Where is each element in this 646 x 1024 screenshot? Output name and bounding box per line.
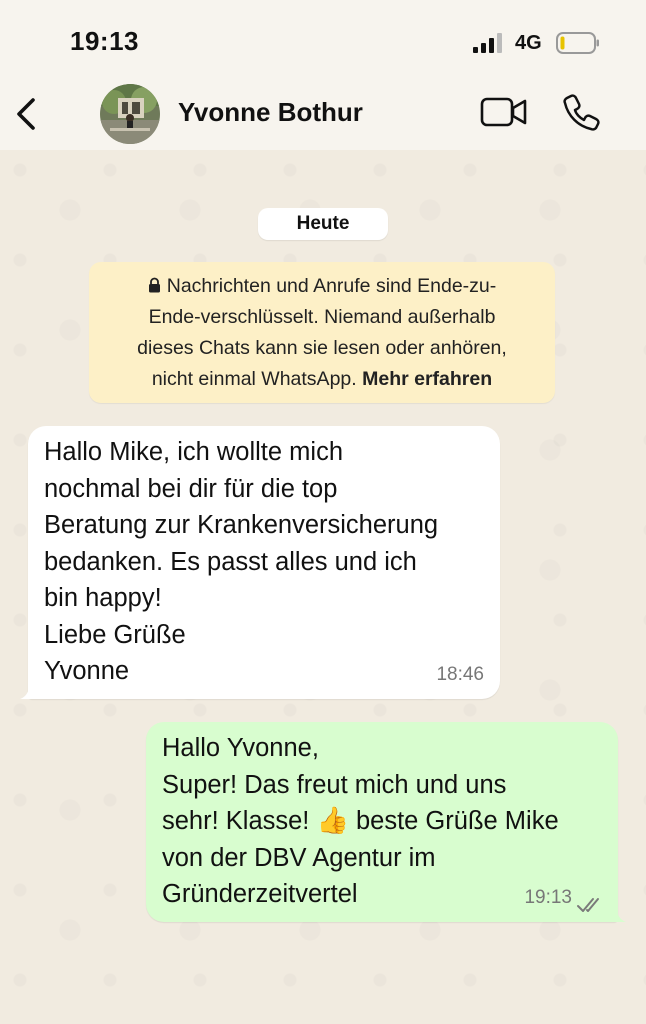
double-check-read-icon [577,898,599,912]
bubble-tail [608,904,626,922]
message-text-line: Hallo Mike, ich wollte mich [44,438,344,466]
lock-icon [148,277,160,293]
battery-low-icon [556,32,599,54]
network-type: 4G [515,32,542,54]
outgoing-message[interactable]: Hallo Yvonne, Super! Das freut mich und … [146,722,626,922]
message-text-line: sehr! Klasse! [162,807,310,835]
avatar-image [100,84,160,144]
date-separator: Heute [258,208,388,240]
status-time: 19:13 [70,26,139,56]
encryption-notice[interactable]: Nachrichten und Anrufe sind Ende-zu- End… [89,262,555,403]
message-text-line: Hallo Yvonne, [162,734,319,762]
message-text-line: bin happy! [44,584,162,612]
chat-area[interactable]: Heute Nachrichten und Anrufe sind Ende-z… [0,150,646,1024]
encryption-notice-line: dieses Chats kann sie lesen oder anhören… [137,337,507,359]
message-timestamp: 19:13 [524,886,572,908]
message-text-line: Super! Das freut mich und uns [162,770,507,799]
cellular-signal-icon [473,33,502,53]
encryption-notice-line: Ende-verschlüsselt. Niemand außerhalb [148,306,496,328]
video-camera-icon[interactable] [480,95,528,129]
incoming-message[interactable]: Hallo Mike, ich wollte mich nochmal bei … [20,426,500,699]
bubble-tail [20,681,38,699]
message-text-line: von der DBV Agentur im [162,843,436,872]
message-text-line: beste Grüße Mike [355,807,559,835]
message-text-line: Yvonne [44,657,130,685]
avatar[interactable] [100,84,160,144]
message-timestamp: 18:46 [436,663,484,685]
message-text-line: Beratung zur Krankenversicherung [44,511,439,539]
phone-icon[interactable] [562,92,602,132]
chevron-left-icon[interactable] [12,94,42,134]
message-text-line: nochmal bei dir für die top [44,474,338,503]
contact-name[interactable]: Yvonne Bothur [178,97,363,128]
encryption-notice-line: nicht einmal WhatsApp. [151,368,357,390]
encryption-notice-line: Nachrichten und Anrufe sind Ende-zu- [166,275,497,297]
thumbs-up-emoji: 👍 [316,805,349,835]
message-text-line: bedanken. Es passt alles und ich [44,547,417,576]
learn-more-link[interactable]: Mehr erfahren [362,368,492,390]
message-text-line: Liebe Grüße [44,620,186,649]
chat-header: 19:13 4G Yvonne Bothur [0,0,646,150]
